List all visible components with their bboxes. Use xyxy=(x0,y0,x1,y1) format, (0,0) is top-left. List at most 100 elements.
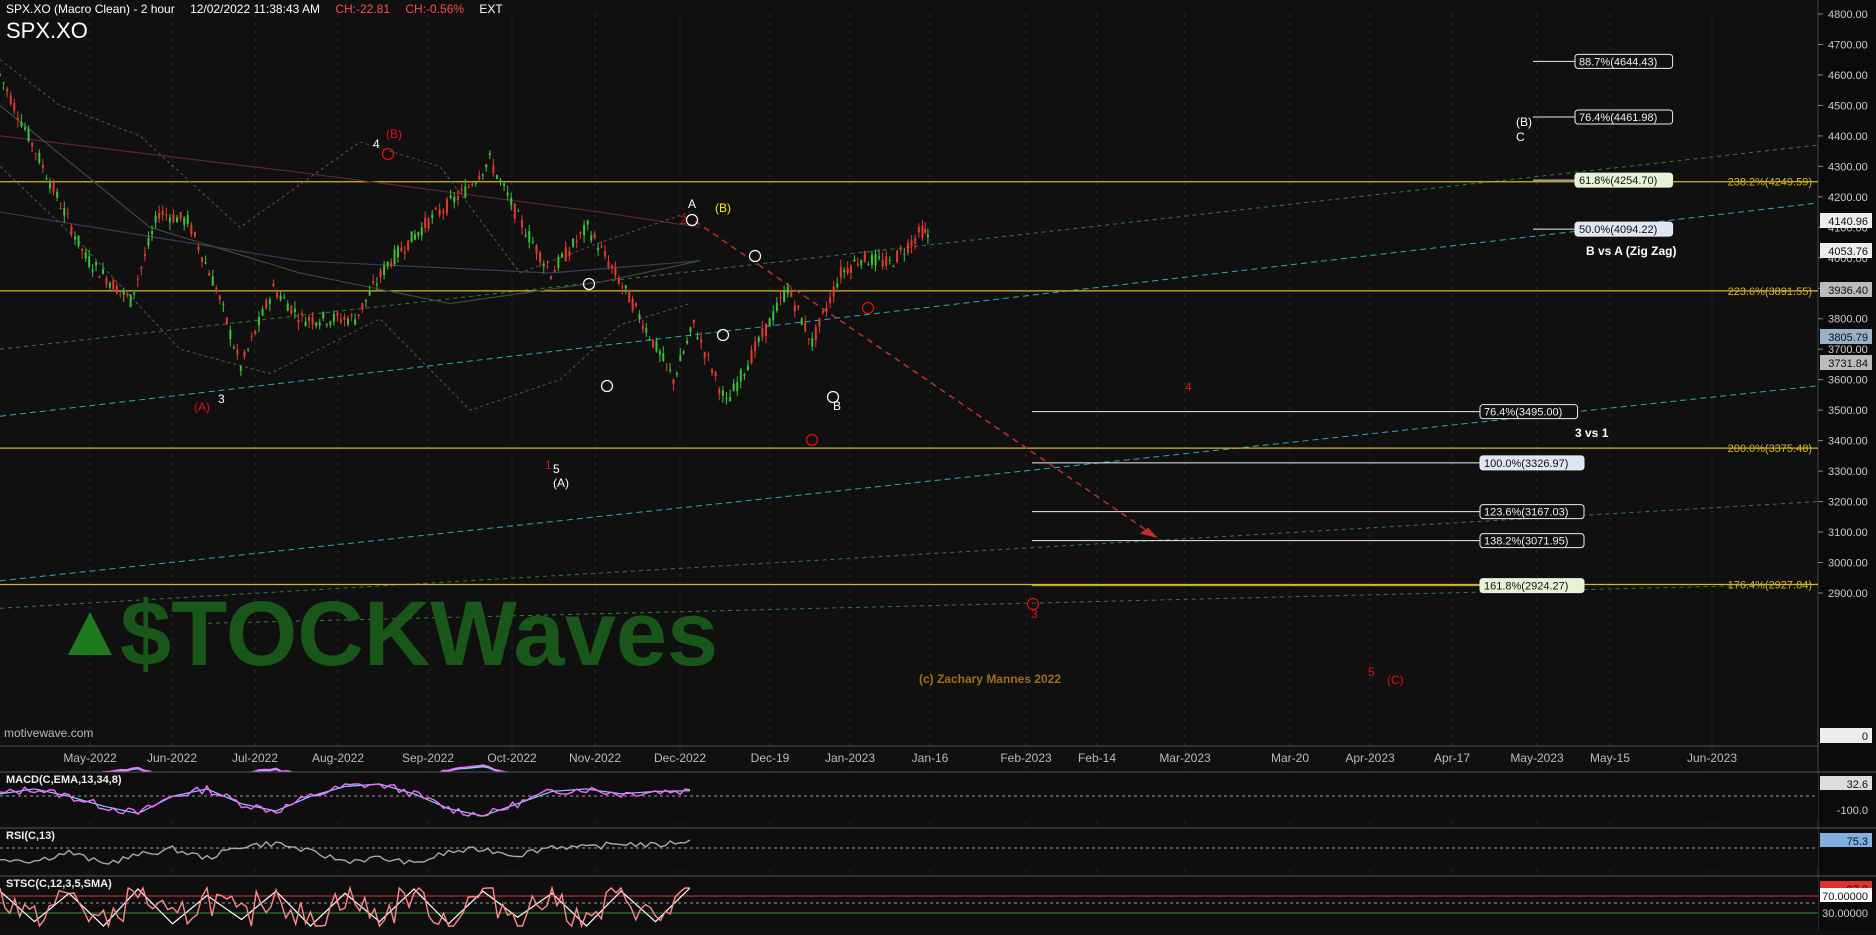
candle-body xyxy=(183,217,186,225)
y-tick-label: 3100.00 xyxy=(1828,527,1868,539)
candle-body xyxy=(325,324,328,326)
candle-body xyxy=(400,247,403,252)
target-label: 76.4%(3495.00) xyxy=(1484,407,1562,419)
candle-body xyxy=(129,294,132,307)
wave-label: 3 vs 1 xyxy=(1575,426,1609,440)
candle-body xyxy=(542,263,545,267)
candle-body xyxy=(136,279,139,281)
candle-body xyxy=(464,186,467,198)
candle-body xyxy=(635,302,638,306)
candle-body xyxy=(856,263,859,266)
candle-body xyxy=(903,253,906,255)
candle-body xyxy=(818,318,821,327)
candle-body xyxy=(561,253,564,257)
candle-body xyxy=(917,226,920,233)
candle-body xyxy=(924,228,927,233)
candle-body xyxy=(311,317,314,325)
candle-body xyxy=(714,371,717,377)
candle-body xyxy=(229,330,232,340)
candle-body xyxy=(20,121,23,127)
candle-body xyxy=(575,240,578,243)
wave-label: 1 xyxy=(545,458,552,472)
candle-body xyxy=(91,269,94,272)
candle-body xyxy=(95,262,98,266)
candle-body xyxy=(899,248,902,251)
macd-title: MACD(C,EMA,13,34,8) xyxy=(6,774,122,786)
candle-body xyxy=(460,188,463,191)
target-label: 61.8%(4254.70) xyxy=(1579,175,1657,187)
candle-body xyxy=(892,266,895,268)
candle-body xyxy=(56,191,59,198)
candle-body xyxy=(878,256,881,259)
candle-body xyxy=(63,208,66,216)
target-label: 76.4%(4461.98) xyxy=(1579,112,1657,124)
candle-body xyxy=(98,275,101,278)
x-tick-label: Feb-2023 xyxy=(1000,751,1052,765)
candle-body xyxy=(811,338,814,347)
candle-body xyxy=(449,195,452,198)
candle-body xyxy=(434,207,437,210)
wave-label: (B) xyxy=(386,127,402,141)
candle-body xyxy=(775,302,778,311)
target-label: 161.8%(2924.27) xyxy=(1484,581,1568,593)
candle-body xyxy=(921,225,924,238)
candle-body xyxy=(431,214,434,219)
candle-body xyxy=(301,313,304,315)
candle-body xyxy=(679,355,682,362)
stsc-tick-label: 70.00000 xyxy=(1822,891,1868,903)
candle-body xyxy=(652,339,655,348)
candle-body xyxy=(485,164,488,168)
candle-body xyxy=(783,291,786,302)
candle-body xyxy=(186,215,189,225)
candle-body xyxy=(682,351,685,354)
candle-body xyxy=(247,348,250,350)
candle-body xyxy=(624,285,627,289)
candle-body xyxy=(814,327,817,341)
candle-body xyxy=(718,388,721,394)
candle-body xyxy=(101,269,104,274)
wave-label: C xyxy=(1516,130,1525,144)
y-tick-label: 4500.00 xyxy=(1828,100,1868,112)
fib-level-label: 176.4%(2927.84) xyxy=(1728,580,1812,592)
candle-body xyxy=(506,192,509,196)
x-tick-label: Nov-2022 xyxy=(569,751,621,765)
target-label: 138.2%(3071.95) xyxy=(1484,536,1568,548)
x-tick-label: Dec-2022 xyxy=(654,751,706,765)
y-tick-label: 4300.00 xyxy=(1828,161,1868,173)
x-tick-label: Mar-2023 xyxy=(1159,751,1211,765)
candle-body xyxy=(427,218,430,229)
watermark-copyright: (c) Zachary Mannes 2022 xyxy=(919,672,1061,686)
price-label: 3936.40 xyxy=(1828,285,1868,297)
candle-body xyxy=(550,276,553,279)
y-tick-label: 4700.00 xyxy=(1828,39,1868,51)
fib-level-label: 223.6%(3891.55) xyxy=(1728,286,1812,298)
candle-body xyxy=(926,234,929,238)
candle-body xyxy=(711,369,714,373)
candle-body xyxy=(243,351,246,358)
candle-body xyxy=(604,251,607,257)
candle-body xyxy=(112,279,115,290)
candle-body xyxy=(442,210,445,213)
candle-body xyxy=(215,287,218,292)
wave-label: A xyxy=(688,197,696,211)
price-chart[interactable]: May-2022 Jun-2022 Jul-2022 Aug-2022 Sep-2022… xyxy=(0,0,1876,930)
candle-body xyxy=(621,286,624,288)
wave-label: (A) xyxy=(553,476,569,490)
symbol-label: SPX.XO xyxy=(6,18,88,43)
candle-body xyxy=(586,220,589,225)
candle-body xyxy=(553,270,556,272)
candle-body xyxy=(910,240,913,247)
candle-body xyxy=(495,175,498,179)
candle-body xyxy=(641,325,644,330)
wave-label: B vs A (Zig Zag) xyxy=(1586,244,1676,258)
candle-body xyxy=(268,299,271,304)
candle-body xyxy=(265,299,268,309)
candle-body xyxy=(743,374,746,377)
candle-body xyxy=(825,307,828,312)
candle-body xyxy=(583,225,586,236)
candle-body xyxy=(396,246,399,258)
candle-body xyxy=(293,308,296,313)
candle-body xyxy=(354,319,357,325)
stsc-title: STSC(C,12,3,5,SMA) xyxy=(6,878,112,890)
candle-body xyxy=(467,186,470,188)
